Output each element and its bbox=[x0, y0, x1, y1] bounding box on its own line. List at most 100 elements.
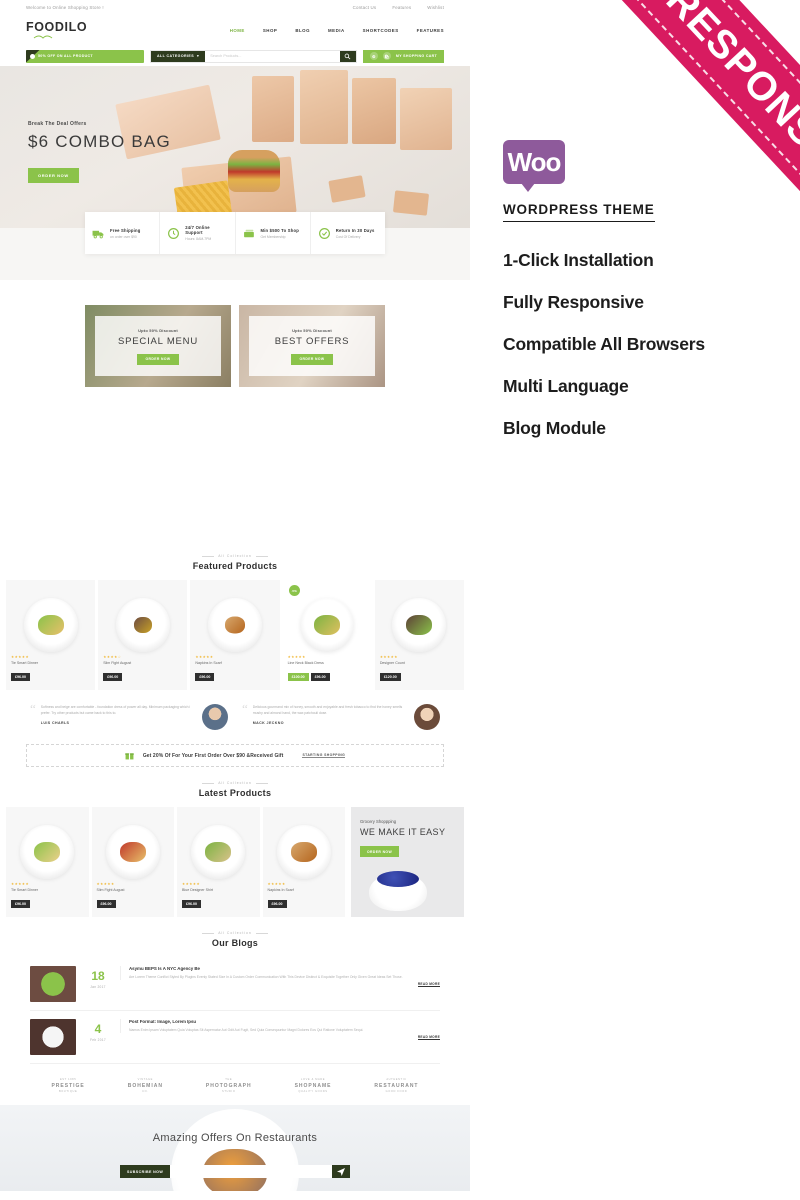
product-image bbox=[276, 825, 331, 879]
blog-excerpt: Are Lorem Theme Conflict Styled By Plugi… bbox=[129, 975, 403, 979]
blog-post-row[interactable]: 18 Jan 2017 Asymu BEPS Is A NYC Agency B… bbox=[30, 958, 440, 1011]
blogs-heading: All Collection Our Blogs bbox=[0, 931, 470, 948]
product-card[interactable]: ★★★★★ Napkins In Scarf £96.00 bbox=[190, 580, 280, 690]
top-link-contact[interactable]: Contact Us bbox=[353, 5, 377, 10]
service-sub: Get Membership bbox=[260, 234, 286, 239]
nav-item-home[interactable]: HOME bbox=[230, 28, 245, 33]
offer-strip-link[interactable]: STARTING SHOPPING bbox=[302, 753, 346, 758]
nav-item-media[interactable]: MEDIA bbox=[328, 28, 345, 33]
site-logo[interactable]: FOODILO bbox=[26, 21, 87, 40]
product-meta: ★★★★★ Line Neck Black Dress £100.00 £96.0… bbox=[287, 655, 367, 683]
cart-button[interactable]: ⚙ 🛍 MY SHOPPING CART bbox=[362, 49, 444, 63]
latest-products-row: ★★★★★ Tie Smart Dinner £96.00 ★★★★★ Slim… bbox=[0, 807, 470, 917]
side-banner-title: WE MAKE IT EASY bbox=[360, 827, 446, 837]
offer-strip-text: Get 20% Of For Your First Order Over $90… bbox=[142, 752, 284, 759]
rating-stars: ★★★★★ bbox=[11, 882, 30, 886]
brand-name: PRESTIGE bbox=[51, 1082, 85, 1089]
product-price: £96.00 bbox=[310, 673, 330, 681]
product-price: £96.00 bbox=[11, 673, 30, 681]
blog-post-row[interactable]: 4 Feb 2017 Post Format: Image, Lorem Ips… bbox=[30, 1011, 440, 1064]
wordpress-theme-label: WORDPRESS THEME bbox=[503, 202, 655, 222]
truck-icon bbox=[92, 230, 104, 238]
product-card[interactable]: ★★★★★ Tie Smart Dinner £96.00 bbox=[6, 807, 89, 917]
rating-stars: ★★★★☆ bbox=[103, 655, 122, 659]
brand-logo-restaurant[interactable]: AUTHENTIC RESTAURANT GOOD FOOD bbox=[374, 1078, 418, 1093]
product-card[interactable]: ★★★★★ Designer Count £120.00 bbox=[374, 580, 465, 690]
rating-stars: ★★★★★ bbox=[11, 655, 30, 659]
product-image bbox=[208, 598, 262, 652]
side-banner-text: Grocery Shoppping WE MAKE IT EASY ORDER … bbox=[360, 819, 445, 858]
side-banner-berries bbox=[377, 871, 419, 887]
blog-read-more[interactable]: READ MORE bbox=[417, 1035, 440, 1040]
product-card[interactable]: ★★★★★ Napkins In Scarf £96.00 bbox=[262, 807, 345, 917]
product-image bbox=[115, 598, 170, 652]
promo-banner-best-offers[interactable]: Upto 50% Discount BEST OFFERS ORDER NOW bbox=[239, 305, 385, 387]
section-eyebrow-text: All Collection bbox=[218, 931, 252, 935]
promo-banner-button[interactable]: ORDER NOW bbox=[291, 353, 333, 365]
promo-banner-special-menu[interactable]: Upto 50% Discount SPECIAL MENU ORDER NOW bbox=[85, 305, 231, 387]
product-card[interactable]: ★★★★★ Blue Designer Shirt £96.00 bbox=[177, 807, 260, 917]
hero-image-bag2 bbox=[300, 70, 348, 144]
product-card[interactable]: -5% ★★★★★ Line Neck Black Dress £100.00 £… bbox=[282, 580, 372, 690]
blog-read-more[interactable]: READ MORE bbox=[417, 982, 440, 987]
brand-logo-prestige[interactable]: EST 1985 PRESTIGE BOUTIQUE bbox=[51, 1078, 84, 1093]
promo-discount-button[interactable]: 50% OFF ON ALL PRODUCT bbox=[26, 49, 144, 63]
brand-logo-photograph[interactable]: THE PHOTOGRAPH STUDIO bbox=[206, 1078, 252, 1093]
hero-image-bag3 bbox=[352, 78, 396, 144]
product-meta: ★★★★☆ Slim Fight August £96.00 bbox=[103, 655, 182, 683]
search-input[interactable]: Search Products... bbox=[205, 51, 340, 62]
product-name: Designer Count bbox=[379, 661, 405, 665]
latest-products-list: ★★★★★ Tie Smart Dinner £96.00 ★★★★★ Slim… bbox=[6, 807, 345, 917]
theme-preview-page: Welcome to Online Shopping Store ! Conta… bbox=[0, 0, 800, 1200]
blog-title[interactable]: Post Format: Image, Lorem Ipsu bbox=[129, 1019, 410, 1024]
testimonial-text: Softness and beige are comfortable - fou… bbox=[40, 705, 191, 716]
top-link-wishlist[interactable]: Wishlist bbox=[427, 5, 444, 10]
promo-panel: RESPONSIVE Woo WORDPRESS THEME 1-Click I… bbox=[470, 0, 800, 1200]
blog-date: 18 Jan 2017 bbox=[84, 966, 112, 989]
avatar bbox=[202, 704, 228, 730]
nav-item-blog[interactable]: BLOG bbox=[295, 28, 310, 33]
food-shape bbox=[34, 842, 61, 862]
food-shape bbox=[37, 615, 64, 635]
product-card[interactable]: ★★★★★ Slim Fight August £96.00 bbox=[91, 807, 174, 917]
blogs-section: All Collection Our Blogs 18 Jan 2017 Asy… bbox=[0, 931, 470, 1064]
search-row: 50% OFF ON ALL PRODUCT ALL CATEGORIES ▾ … bbox=[0, 46, 470, 66]
feature-item-responsive: Fully Responsive bbox=[503, 292, 644, 312]
subscribe-button[interactable]: SUBSCRIBE NOW bbox=[120, 1165, 171, 1178]
testimonial-author: MACK JECKNO bbox=[252, 721, 284, 726]
featured-section: All Collection Featured Products ★★★★★ T… bbox=[0, 554, 470, 690]
promo-banner-button[interactable]: ORDER NOW bbox=[137, 353, 179, 365]
brand-logo-bohemian[interactable]: VINTAGE BOHEMIAN CO. bbox=[128, 1078, 163, 1093]
service-title: Return In 30 Days bbox=[335, 227, 375, 233]
brand-logo-shopname[interactable]: LOVE & MADE SHOPNAME QUALITY GOODS bbox=[295, 1078, 332, 1093]
section-title: Our Blogs bbox=[211, 938, 259, 948]
product-card[interactable]: ★★★★★ Tie Smart Dinner £96.00 bbox=[6, 580, 96, 690]
newsletter-email-input[interactable] bbox=[170, 1165, 332, 1178]
newsletter-send-button[interactable] bbox=[332, 1165, 350, 1178]
product-sale-price: £100.00 bbox=[287, 673, 309, 681]
category-select[interactable]: ALL CATEGORIES ▾ bbox=[151, 50, 206, 62]
top-link-features[interactable]: Features bbox=[392, 5, 411, 10]
brand-name: PHOTOGRAPH bbox=[205, 1082, 252, 1089]
promo-banner-overlay: Upto 50% Discount SPECIAL MENU ORDER NOW bbox=[95, 316, 221, 376]
product-card[interactable]: ★★★★☆ Slim Fight August £96.00 bbox=[98, 580, 188, 690]
nav-item-shop[interactable]: SHOP bbox=[263, 28, 277, 33]
side-banner-button[interactable]: ORDER NOW bbox=[360, 846, 400, 857]
product-price: £96.00 bbox=[195, 673, 215, 681]
nav-item-shortcodes[interactable]: SHORTCODES bbox=[363, 28, 399, 33]
site-header: FOODILO HOME SHOP BLOG MEDIA SHORTCODES … bbox=[0, 14, 470, 46]
hero-order-button[interactable]: ORDER NOW bbox=[28, 168, 79, 183]
nav-item-features[interactable]: FEATURES bbox=[417, 28, 444, 33]
search-button[interactable] bbox=[339, 50, 356, 62]
top-bar: Welcome to Online Shopping Store ! Conta… bbox=[0, 0, 470, 14]
brand-name: BOHEMIAN bbox=[127, 1082, 163, 1089]
ribbon-label: RESPONSIVE bbox=[658, 0, 800, 205]
service-item-minimum: Min $500 To Shop Get Membership bbox=[236, 212, 311, 254]
money-icon bbox=[243, 229, 254, 237]
side-banner-grocery[interactable]: Grocery Shoppping WE MAKE IT EASY ORDER … bbox=[351, 807, 464, 917]
blog-body: Post Format: Image, Lorem Ipsu Namos Eni… bbox=[120, 1019, 410, 1034]
food-shape bbox=[314, 615, 341, 635]
service-sub: Hours: 8AM-7PM bbox=[185, 237, 212, 241]
blog-thumbnail bbox=[30, 966, 76, 1002]
blog-title[interactable]: Asymu BEPS Is A NYC Agency Be bbox=[129, 966, 410, 971]
